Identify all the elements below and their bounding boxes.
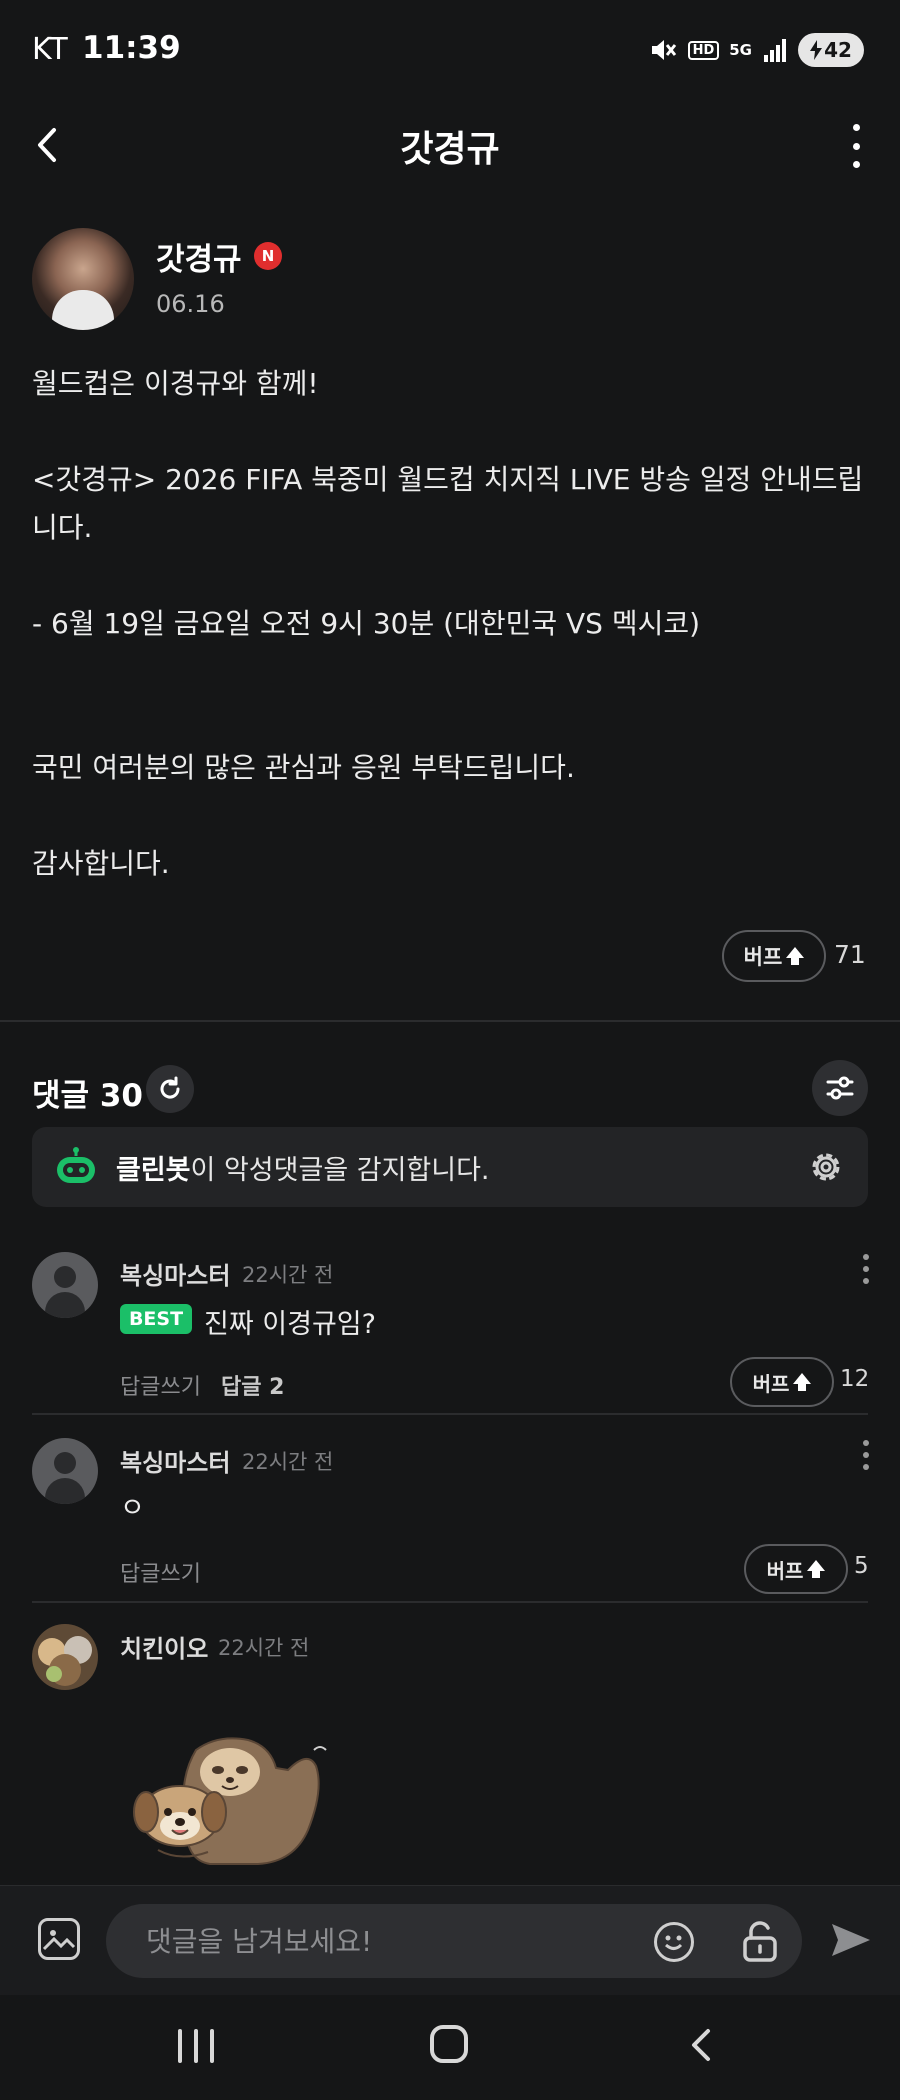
post-line: - 6월 19일 금요일 오전 9시 30분 (대한민국 VS 멕시코): [32, 607, 701, 640]
comment-input[interactable]: [146, 1904, 646, 1978]
post-line: [32, 552, 872, 600]
comment-time: 22시간 전: [218, 1636, 310, 1660]
unlock-icon[interactable]: [740, 1920, 780, 1962]
post-bump-count: 71: [834, 940, 866, 969]
comment-author[interactable]: 복싱마스터: [120, 1443, 230, 1478]
avatar[interactable]: [32, 1624, 98, 1690]
bump-label: 버프: [743, 945, 783, 969]
page-title: 갓경규: [400, 129, 500, 170]
charging-icon: [810, 40, 823, 60]
post-bump-button[interactable]: 버프: [722, 930, 826, 982]
arrow-up-icon: [793, 1372, 812, 1391]
comment-time: 22시간 전: [242, 1450, 334, 1474]
post-line: [32, 696, 872, 744]
more-vertical-icon[interactable]: [846, 124, 866, 168]
more-vertical-icon[interactable]: [862, 1440, 870, 1470]
bump-label: 버프: [752, 1371, 790, 1396]
carrier-label: KT: [32, 32, 68, 67]
comments-count: 30: [99, 1078, 143, 1114]
battery-indicator: 42: [798, 33, 864, 67]
comments-label: 댓글: [32, 1078, 90, 1114]
section-divider: [0, 1020, 900, 1022]
status-bar: KT 11:39 HD 5G 42: [0, 0, 900, 100]
post-line: [32, 792, 872, 840]
back-nav-icon[interactable]: [686, 2027, 716, 2063]
post-line: 감사합니다.: [32, 847, 170, 880]
home-icon[interactable]: [430, 2025, 468, 2063]
hd-icon: HD: [687, 40, 720, 60]
reply-button[interactable]: 답글쓰기: [120, 1375, 201, 1400]
replies-count-button[interactable]: 답글 2: [221, 1375, 284, 1400]
comment-input-container: [106, 1904, 802, 1978]
post-line: 월드컵은 이경규와 함께!: [32, 367, 319, 400]
cleanbot-icon: [57, 1147, 95, 1183]
more-vertical-icon[interactable]: [862, 1254, 870, 1284]
battery-level: 42: [824, 38, 852, 62]
comment-divider: [32, 1601, 868, 1603]
gear-icon[interactable]: [806, 1147, 846, 1187]
sliders-icon: [826, 1076, 854, 1100]
comment-bump-button[interactable]: 버프: [744, 1544, 848, 1594]
post-line: 국민 여러분의 많은 관심과 응원 부탁드립니다.: [32, 751, 575, 784]
post-line: <갓경규> 2026 FIFA 북중미 월드컵 치지직 LIVE 방송 일정 안…: [32, 463, 864, 544]
comment-bump-count: 5: [854, 1553, 869, 1579]
chicken-avatar-image: [38, 1636, 92, 1686]
best-badge: BEST: [120, 1304, 192, 1334]
new-badge: N: [254, 242, 282, 270]
reply-button[interactable]: 답글쓰기: [120, 1556, 201, 1588]
comment-actions: 답글쓰기 답글 2: [120, 1369, 284, 1401]
comment-input-bar: [0, 1885, 900, 1995]
comment-bump-count: 12: [840, 1366, 870, 1392]
status-icons: HD 5G 42: [648, 30, 864, 70]
cleanbot-text: 이 악성댓글을 감지합니다.: [190, 1154, 490, 1186]
refresh-button[interactable]: [146, 1065, 194, 1113]
recent-apps-icon[interactable]: [178, 2029, 214, 2063]
comment-author[interactable]: 치킨이오: [120, 1629, 208, 1664]
network-5g-icon: 5G: [729, 41, 752, 59]
sticker-icon[interactable]: [654, 1922, 694, 1962]
image-icon[interactable]: [38, 1918, 80, 1960]
comment-time: 22시간 전: [242, 1263, 334, 1287]
bump-label: 버프: [766, 1558, 804, 1583]
comment-text: 진짜 이경규임?: [204, 1309, 376, 1340]
cleanbot-banner: 클린봇 이 악성댓글을 감지합니다.: [32, 1127, 868, 1207]
arrow-up-icon: [807, 1559, 826, 1578]
comment-bump-button[interactable]: 버프: [730, 1357, 834, 1407]
avatar[interactable]: [32, 1438, 98, 1504]
cleanbot-name: 클린봇: [116, 1154, 191, 1186]
filter-button[interactable]: [812, 1060, 868, 1116]
avatar[interactable]: [32, 1252, 98, 1318]
post-line: [32, 408, 872, 456]
comment-author[interactable]: 복싱마스터: [120, 1256, 230, 1291]
refresh-icon: [160, 1076, 180, 1099]
mute-icon: [651, 40, 676, 60]
author-name[interactable]: 갓경규: [156, 234, 242, 279]
author-avatar[interactable]: [32, 228, 134, 330]
comments-title: 댓글 30: [32, 1070, 143, 1115]
comment-divider: [32, 1413, 868, 1415]
post-line: [32, 648, 872, 696]
comment-text: ㅇ: [120, 1493, 145, 1524]
signal-icon: [764, 39, 786, 62]
post-body: 월드컵은 이경규와 함께! <갓경규> 2026 FIFA 북중미 월드컵 치지…: [32, 360, 872, 888]
post-date: 06.16: [156, 290, 225, 318]
send-icon[interactable]: [830, 1920, 872, 1960]
sloth-and-dog-sticker: [133, 1737, 327, 1865]
clock: 11:39: [82, 30, 181, 66]
arrow-up-icon: [786, 946, 805, 965]
system-nav-bar: [0, 1995, 900, 2100]
